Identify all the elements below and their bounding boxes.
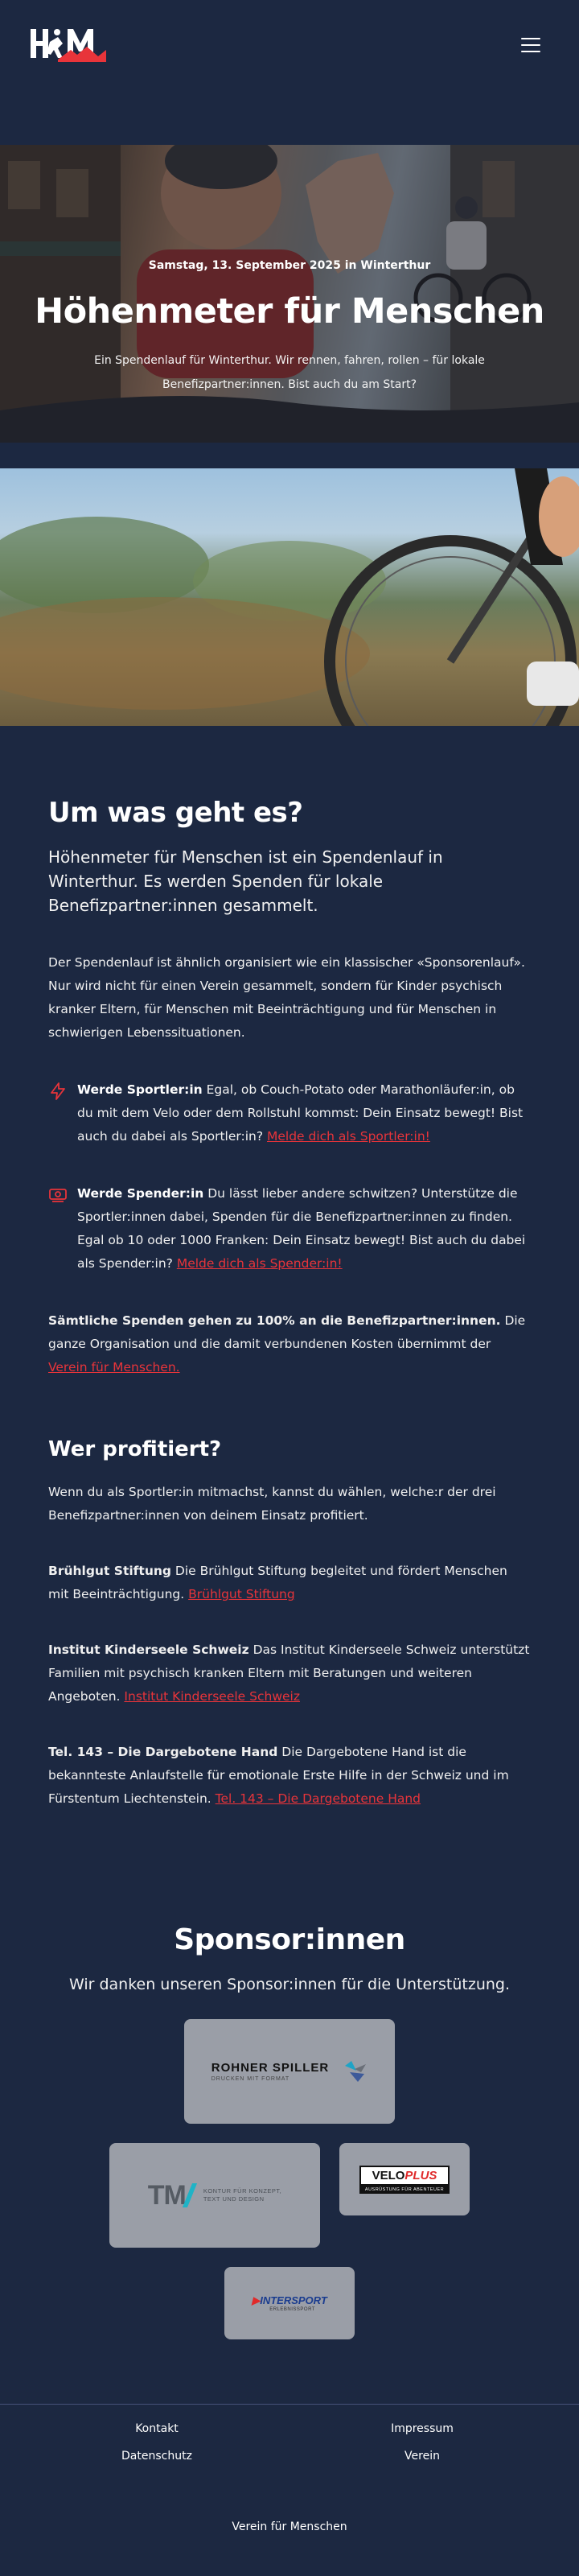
about-text: Der Spendenlauf ist ähnlich organisiert … — [48, 955, 525, 1040]
site-footer: Kontakt Impressum Datenschutz Verein Ver… — [0, 2404, 579, 2576]
feature-spender: Werde Spender:in Du lässt lieber andere … — [48, 1182, 531, 1276]
beneficiary-name: Institut Kinderseele Schweiz — [48, 1642, 249, 1657]
tm-line1: KONTUR FÜR KONZEPT, — [203, 2187, 282, 2195]
rohner-name: ROHNER SPILLER — [211, 2061, 330, 2075]
feature-sportler-title: Werde Sportler:in — [77, 1082, 203, 1097]
footer-link-kontakt[interactable]: Kontakt — [0, 2422, 290, 2435]
tm-line2: TEXT UND DESIGN — [203, 2195, 265, 2203]
hamburger-icon-bar — [521, 51, 540, 52]
sponsors-section: Sponsor:innen Wir danken unseren Sponsor… — [0, 1923, 579, 2339]
beneficiary-tel143: Tel. 143 – Die Dargebotene Hand Die Darg… — [48, 1741, 531, 1811]
verein-link[interactable]: Verein für Menschen. — [48, 1360, 180, 1375]
tm-mark: TM — [147, 2179, 187, 2211]
sponsor-intersport[interactable]: ▶INTERSPORT ERLEBNISSPORT — [224, 2267, 355, 2339]
feature-sportler: Werde Sportler:in Egal, ob Couch-Potato … — [48, 1078, 531, 1148]
feature-sportler-text: Werde Sportler:in Egal, ob Couch-Potato … — [77, 1078, 531, 1148]
velo-tagline: AUSRÜSTUNG FÜR ABENTEUER — [359, 2185, 450, 2194]
sponsors-subtitle: Wir danken unseren Sponsor:innen für die… — [68, 1976, 511, 1993]
beneficiary-name: Brühlgut Stiftung — [48, 1564, 171, 1578]
velo-part2: PLUS — [404, 2168, 437, 2182]
sponsor-rohner-spiller[interactable]: ROHNER SPILLER DRUCKEN MIT FORMAT — [184, 2019, 395, 2124]
lightning-icon — [51, 1082, 65, 1100]
donations-bold: Sämtliche Spenden gehen zu 100% an die B… — [48, 1313, 501, 1328]
tel143-link[interactable]: Tel. 143 – Die Dargebotene Hand — [216, 1791, 421, 1806]
about-heading: Um was geht es? — [48, 797, 303, 829]
donations-note: Sämtliche Spenden gehen zu 100% an die B… — [48, 1309, 531, 1379]
rohner-bird-icon — [345, 2061, 367, 2082]
menu-toggle-button[interactable] — [521, 38, 540, 52]
intersport-logo: ▶INTERSPORT ERLEBNISSPORT — [252, 2294, 327, 2312]
rohner-tagline: DRUCKEN MIT FORMAT — [211, 2076, 290, 2082]
site-logo[interactable] — [31, 26, 106, 62]
beneficiaries-heading: Wer profitiert? — [48, 1437, 222, 1461]
tm-logo: TM KONTUR FÜR KONZEPT, TEXT UND DESIGN — [148, 2180, 282, 2211]
sponsor-tm[interactable]: TM KONTUR FÜR KONZEPT, TEXT UND DESIGN — [109, 2143, 320, 2248]
cyclist-photo — [0, 468, 579, 726]
hero-title: Höhenmeter für Menschen — [35, 291, 544, 332]
footer-copyright: Verein für Menschen — [232, 2520, 347, 2533]
intersport-mark-icon: ▶ — [252, 2294, 261, 2306]
bruehlgut-link[interactable]: Brühlgut Stiftung — [188, 1587, 295, 1601]
site-header — [0, 0, 579, 145]
hero-lead: Ein Spendenlauf für Winterthur. Wir renn… — [94, 354, 485, 392]
hamburger-icon-bar — [521, 44, 540, 46]
money-icon — [49, 1189, 67, 1202]
hamburger-icon-bar — [521, 38, 540, 39]
sponsor-grid: ROHNER SPILLER DRUCKEN MIT FORMAT TM KON… — [88, 2019, 491, 2339]
event-date: Samstag, 13. September 2025 in Winterthu… — [148, 259, 431, 272]
beneficiary-name: Tel. 143 – Die Dargebotene Hand — [48, 1745, 278, 1759]
intersport-sub: ERLEBNISSPORT — [269, 2307, 315, 2312]
footer-link-datenschutz[interactable]: Datenschutz — [0, 2450, 290, 2463]
beneficiary-kinderseele: Institut Kinderseele Schweiz Das Institu… — [48, 1638, 531, 1708]
spender-signup-link[interactable]: Melde dich als Spender:in! — [177, 1256, 343, 1271]
veloplus-logo: VELO PLUS AUSRÜSTUNG FÜR ABENTEUER — [359, 2165, 450, 2194]
intersport-name: INTERSPORT — [260, 2294, 327, 2306]
footer-link-verein[interactable]: Verein — [290, 2450, 579, 2463]
rohner-spiller-logo: ROHNER SPILLER DRUCKEN MIT FORMAT — [211, 2059, 368, 2083]
sportler-signup-link[interactable]: Melde dich als Sportler:in! — [267, 1129, 430, 1144]
hero-content: Samstag, 13. September 2025 in Winterthu… — [0, 145, 579, 443]
kinderseele-link[interactable]: Institut Kinderseele Schweiz — [124, 1689, 300, 1704]
footer-link-impressum[interactable]: Impressum — [290, 2422, 579, 2435]
cyclist-photo-illustration — [0, 468, 579, 726]
about-intro: Höhenmeter für Menschen ist ein Spendenl… — [48, 847, 443, 915]
sponsors-heading: Sponsor:innen — [174, 1923, 405, 1956]
hfm-logo-icon — [31, 29, 106, 62]
velo-part1: VELO — [372, 2168, 405, 2182]
sponsor-veloplus[interactable]: VELO PLUS AUSRÜSTUNG FÜR ABENTEUER — [339, 2143, 470, 2215]
feature-spender-title: Werde Spender:in — [77, 1186, 204, 1201]
beneficiary-bruehlgut: Brühlgut Stiftung Die Brühlgut Stiftung … — [48, 1560, 531, 1606]
beneficiaries-intro: Wenn du als Sportler:in mitmachst, kanns… — [48, 1485, 496, 1523]
main-content: Um was geht es? Höhenmeter für Menschen … — [0, 726, 579, 1811]
feature-spender-text: Werde Spender:in Du lässt lieber andere … — [77, 1182, 531, 1276]
hero-section: Samstag, 13. September 2025 in Winterthu… — [0, 145, 579, 443]
